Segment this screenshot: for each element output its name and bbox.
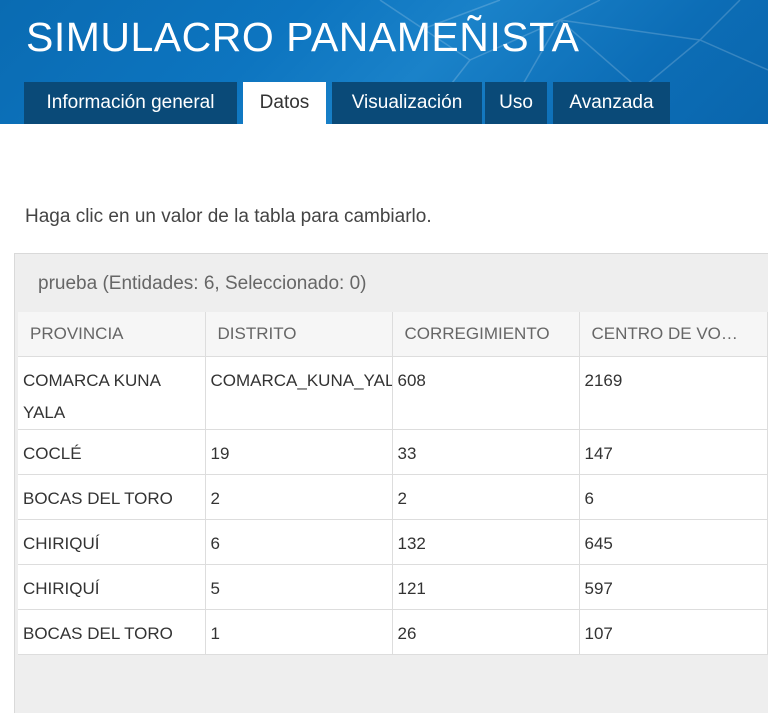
table-cell[interactable]: COCLÉ — [18, 429, 206, 475]
table-cell[interactable]: COMARCA KUNA YALA — [18, 356, 206, 430]
column-header-provincia[interactable]: PROVINCIA — [18, 312, 206, 357]
table-header-row: PROVINCIA DISTRITO CORREGIMIENTO CENTRO … — [18, 312, 768, 357]
table-cell[interactable]: 26 — [392, 609, 580, 655]
tab-datos[interactable]: Datos — [243, 82, 326, 124]
table-row: COCLÉ 19 33 147 — [18, 429, 768, 475]
table-cell[interactable]: CHIRIQUÍ — [18, 519, 206, 565]
column-header-distrito[interactable]: DISTRITO — [205, 312, 393, 357]
data-table: PROVINCIA DISTRITO CORREGIMIENTO CENTRO … — [18, 312, 768, 655]
table-cell[interactable]: 132 — [392, 519, 580, 565]
table-cell[interactable]: 5 — [205, 564, 393, 610]
app-header: SIMULACRO PANAMEÑISTA Información genera… — [0, 0, 768, 124]
tab-informacion-general[interactable]: Información general — [24, 82, 237, 124]
column-header-corregimiento[interactable]: CORREGIMIENTO — [392, 312, 580, 357]
table-cell[interactable]: 121 — [392, 564, 580, 610]
tab-avanzada[interactable]: Avanzada — [553, 82, 670, 124]
table-row: CHIRIQUÍ 5 121 597 — [18, 564, 768, 610]
table-cell[interactable]: BOCAS DEL TORO — [18, 474, 206, 520]
table-cell[interactable]: 1 — [205, 609, 393, 655]
table-cell[interactable]: CHIRIQUÍ — [18, 564, 206, 610]
table-cell[interactable]: 19 — [205, 429, 393, 475]
table-panel: prueba (Entidades: 6, Seleccionado: 0) P… — [14, 253, 768, 713]
table-cell[interactable]: 645 — [579, 519, 768, 565]
table-cell[interactable]: 2 — [392, 474, 580, 520]
table-row: BOCAS DEL TORO 2 2 6 — [18, 474, 768, 520]
table-cell[interactable]: 107 — [579, 609, 768, 655]
table-cell[interactable]: BOCAS DEL TORO — [18, 609, 206, 655]
tab-uso[interactable]: Uso — [485, 82, 547, 124]
tab-visualizacion[interactable]: Visualización — [332, 82, 482, 124]
column-header-centro-de-votacion[interactable]: CENTRO DE VO… — [579, 312, 768, 357]
table-caption: prueba (Entidades: 6, Seleccionado: 0) — [38, 273, 367, 294]
table-cell[interactable]: 147 — [579, 429, 768, 475]
table-row: CHIRIQUÍ 6 132 645 — [18, 519, 768, 565]
instructions-text: Haga clic en un valor de la tabla para c… — [25, 206, 432, 227]
table-cell[interactable]: COMARCA_KUNA_YALA — [205, 356, 393, 430]
table-cell[interactable]: 6 — [205, 519, 393, 565]
table-cell[interactable]: 33 — [392, 429, 580, 475]
table-cell[interactable]: 6 — [579, 474, 768, 520]
app-title: SIMULACRO PANAMEÑISTA — [26, 14, 580, 60]
table-cell[interactable]: 608 — [392, 356, 580, 430]
table-row: BOCAS DEL TORO 1 26 107 — [18, 609, 768, 655]
table-cell[interactable]: 2 — [205, 474, 393, 520]
table-cell[interactable]: 597 — [579, 564, 768, 610]
table-row: COMARCA KUNA YALA COMARCA_KUNA_YALA 608 … — [18, 356, 768, 430]
table-cell[interactable]: 2169 — [579, 356, 768, 430]
